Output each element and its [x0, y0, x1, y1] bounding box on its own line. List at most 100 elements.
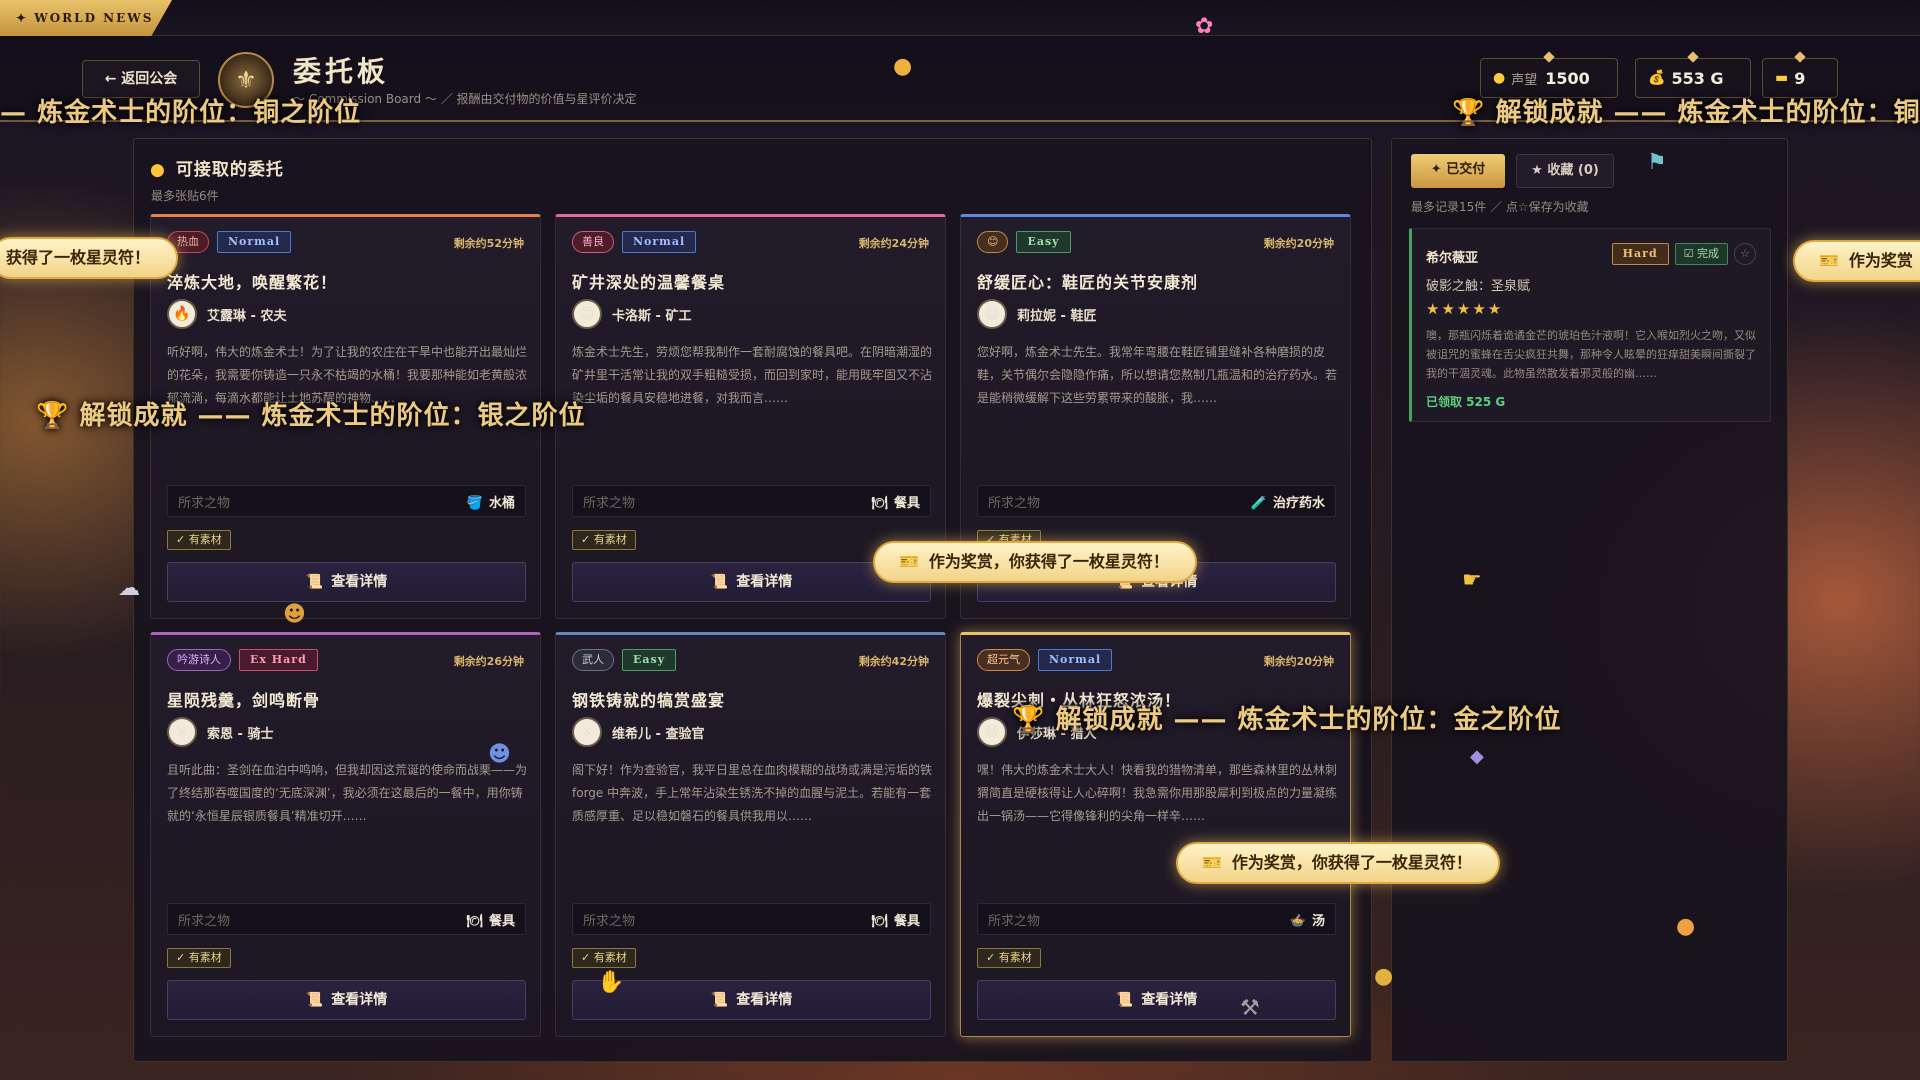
- dish-icon: 🍽: [871, 495, 888, 511]
- hand-sprite-icon: ☛: [1462, 568, 1482, 593]
- tab-delivered[interactable]: ✦ 已交付: [1411, 154, 1505, 188]
- avatar: 🔥: [167, 299, 197, 329]
- money-bag-icon: 💰: [1648, 70, 1666, 86]
- cloud-sprite-icon: ☁: [118, 576, 140, 601]
- avatar: 😌: [977, 299, 1007, 329]
- complete-badge: ☑ 完成: [1674, 243, 1728, 265]
- face-sprite-icon: ☻: [283, 602, 306, 627]
- delivered-subtitle: 最多记录15件 ／ 点☆保存为收藏: [1411, 200, 1589, 214]
- view-details-button[interactable]: 📜查看详情: [167, 562, 526, 602]
- card-description: 您好啊，炼金术士先生。我常年弯腰在鞋匠铺里缝补各种磨损的皮鞋，关节偶尔会隐隐作痛…: [977, 345, 1337, 405]
- scroll-icon: 📜: [305, 992, 324, 1008]
- ghost-sprite-icon: ☻: [488, 742, 511, 767]
- world-news-tab[interactable]: ✦ WORLD NEWS: [0, 0, 172, 36]
- time-remaining: 剩余约20分钟: [1263, 655, 1334, 668]
- reward-claimed: 已领取 525 G: [1426, 395, 1506, 409]
- client-info: 😊 卡洛斯 - 矿工: [572, 299, 691, 329]
- crystal-sprite-icon: ◆: [1470, 746, 1484, 767]
- achievement-banner: — 炼金术士的阶位：铜之阶位: [0, 98, 362, 128]
- talisman-icon: 🎫: [1202, 853, 1222, 872]
- scroll-icon: 📜: [710, 992, 729, 1008]
- top-bar: ✦ WORLD NEWS: [0, 0, 1920, 36]
- material-badge: ✓ 有素材: [572, 948, 636, 968]
- talisman-icon: 🎫: [899, 552, 919, 571]
- reward-toast: 🎫 作为奖赏，你获得了一枚星灵符！: [1176, 842, 1500, 884]
- tab-favorites[interactable]: ★ 收藏 (0): [1516, 154, 1614, 188]
- time-remaining: 剩余约20分钟: [1263, 237, 1334, 250]
- personality-tag: 超元气: [977, 649, 1030, 671]
- delivered-record[interactable]: 希尔薇亚 Hard ☑ 完成 ☆ 破影之触：圣泉赋 ★★★★★ 噢，那瓶闪烁着诡…: [1409, 228, 1771, 422]
- achievement-banner: 🏆 解锁成就 —— 炼金术士的阶位：铜之阶位: [1452, 98, 1920, 128]
- record-title: 破影之触：圣泉赋: [1426, 279, 1531, 294]
- scroll-icon: 📜: [305, 574, 324, 590]
- card-title: 淬炼大地，唤醒繁花！: [167, 273, 338, 292]
- board-title: ● 可接取的委托: [150, 160, 284, 180]
- rank-badge: Easy: [622, 649, 677, 671]
- time-remaining: 剩余约52分钟: [453, 237, 524, 250]
- rank-badge: Normal: [622, 231, 697, 253]
- bucket-icon: 🪣: [466, 495, 483, 511]
- rank-badge: Normal: [1038, 649, 1113, 671]
- flower-sprite-icon: ✿: [1195, 14, 1214, 39]
- wanted-item-field: 所求之物 🍽 餐具: [167, 903, 526, 935]
- reward-toast: 🎫 作为奖赏: [1793, 240, 1920, 282]
- wanted-item-field: 所求之物 🧪 治疗药水: [977, 485, 1336, 517]
- dish-icon: 🍽: [871, 913, 888, 929]
- personality-tag: 吟游诗人: [167, 649, 231, 671]
- view-details-button[interactable]: 📜查看详情: [572, 980, 931, 1020]
- commission-card[interactable]: 吟游诗人 Ex Hard 剩余约26分钟 星陨残羹，剑鸣断骨 ⚔ 索恩 - 骑士 且…: [150, 632, 541, 1037]
- flag-sprite-icon: ⚑: [1647, 150, 1667, 175]
- reward-toast: 🎫 作为奖赏，你获得了一枚星灵符！: [873, 541, 1197, 583]
- time-remaining: 剩余约26分钟: [453, 655, 524, 668]
- dish-icon: 🍽: [466, 913, 483, 929]
- record-client-name: 希尔薇亚: [1426, 251, 1479, 266]
- material-badge: ✓ 有素材: [572, 530, 636, 550]
- rank-badge: Easy: [1016, 231, 1071, 253]
- material-badge: ✓ 有素材: [167, 530, 231, 550]
- avatar: ⚔: [572, 717, 602, 747]
- client-info: ⚔ 维希儿 - 查验官: [572, 717, 704, 747]
- flame-icon: ●: [150, 160, 166, 180]
- time-remaining: 剩余约42分钟: [858, 655, 929, 668]
- avatar: 😊: [572, 299, 602, 329]
- orb-sprite-icon: ●: [1676, 914, 1696, 939]
- star-rating: ★★★★★: [1426, 300, 1504, 318]
- record-description: 噢，那瓶闪烁着诡谲金芒的琥珀色汁液啊！它入喉如烈火之吻，又似被诅咒的蜜蜂在舌尖疯…: [1426, 329, 1756, 380]
- wanted-item-field: 所求之物 🪣 水桶: [167, 485, 526, 517]
- achievement-banner: 🏆 解锁成就 —— 炼金术士的阶位：金之阶位: [1012, 705, 1562, 735]
- client-info: ⚔ 索恩 - 骑士: [167, 717, 273, 747]
- talisman-icon: 🎫: [1819, 251, 1839, 270]
- client-info: 🔥 艾露琳 - 农夫: [167, 299, 286, 329]
- creature-sprite-icon: ●: [893, 54, 913, 79]
- card-description: 嘿！伟大的炼金术士大人！快看我的猎物清单，那些森林里的丛林刺猬简直是硬核得让人心…: [977, 763, 1337, 823]
- time-remaining: 剩余约24分钟: [858, 237, 929, 250]
- personality-tag: 善良: [572, 231, 614, 253]
- wand-icon: ✦: [1430, 162, 1447, 177]
- personality-tag: 武人: [572, 649, 614, 671]
- rank-badge: Normal: [217, 231, 292, 253]
- card-title: 舒缓匠心：鞋匠的关节安康剂: [977, 273, 1199, 292]
- card-description: 阁下好！作为查验官，我平日里总在血肉模糊的战场或满是污垢的铁 forge 中奔波…: [572, 763, 932, 823]
- card-description: 且听此曲：圣剑在血泊中鸣响，但我却因这荒诞的使命而战栗——为了终结那吞噬国度的‘…: [167, 763, 527, 823]
- card-description: 炼金术士先生，劳烦您帮我制作一套耐腐蚀的餐具吧。在阴暗潮湿的矿井里干活常让我的双…: [572, 345, 932, 405]
- potion-icon: 🧪: [1250, 495, 1267, 511]
- card-title: 星陨残羹，剑鸣断骨: [167, 691, 321, 710]
- favorite-star-button[interactable]: ☆: [1734, 243, 1756, 265]
- commission-card[interactable]: 超元气 Normal 剩余约20分钟 爆裂尖刺・丛林狂怒浓汤！ 😆 伊莎琳 - 猎人…: [960, 632, 1351, 1037]
- hammer-sprite-icon: ⚒: [1240, 996, 1260, 1021]
- view-details-button[interactable]: 📜查看详情: [977, 980, 1336, 1020]
- wanted-item-field: 所求之物 🍲 汤: [977, 903, 1336, 935]
- soup-icon: 🍲: [1289, 913, 1306, 929]
- material-badge: ✓ 有素材: [977, 948, 1041, 968]
- reward-toast: 获得了一枚星灵符！: [0, 237, 179, 279]
- rank-badge: Ex Hard: [239, 649, 318, 671]
- view-details-button[interactable]: 📜查看详情: [167, 980, 526, 1020]
- avatar: ⚔: [167, 717, 197, 747]
- coin-icon: ●: [1493, 70, 1506, 86]
- rank-badge: Hard: [1611, 243, 1669, 265]
- personality-tag: 😊: [977, 231, 1009, 253]
- client-info: 😌 莉拉妮 - 鞋匠: [977, 299, 1096, 329]
- page-title: 委托板: [293, 55, 390, 88]
- coin-sprite-icon: ●: [1374, 964, 1394, 989]
- card-title: 矿井深处的温馨餐桌: [572, 273, 726, 292]
